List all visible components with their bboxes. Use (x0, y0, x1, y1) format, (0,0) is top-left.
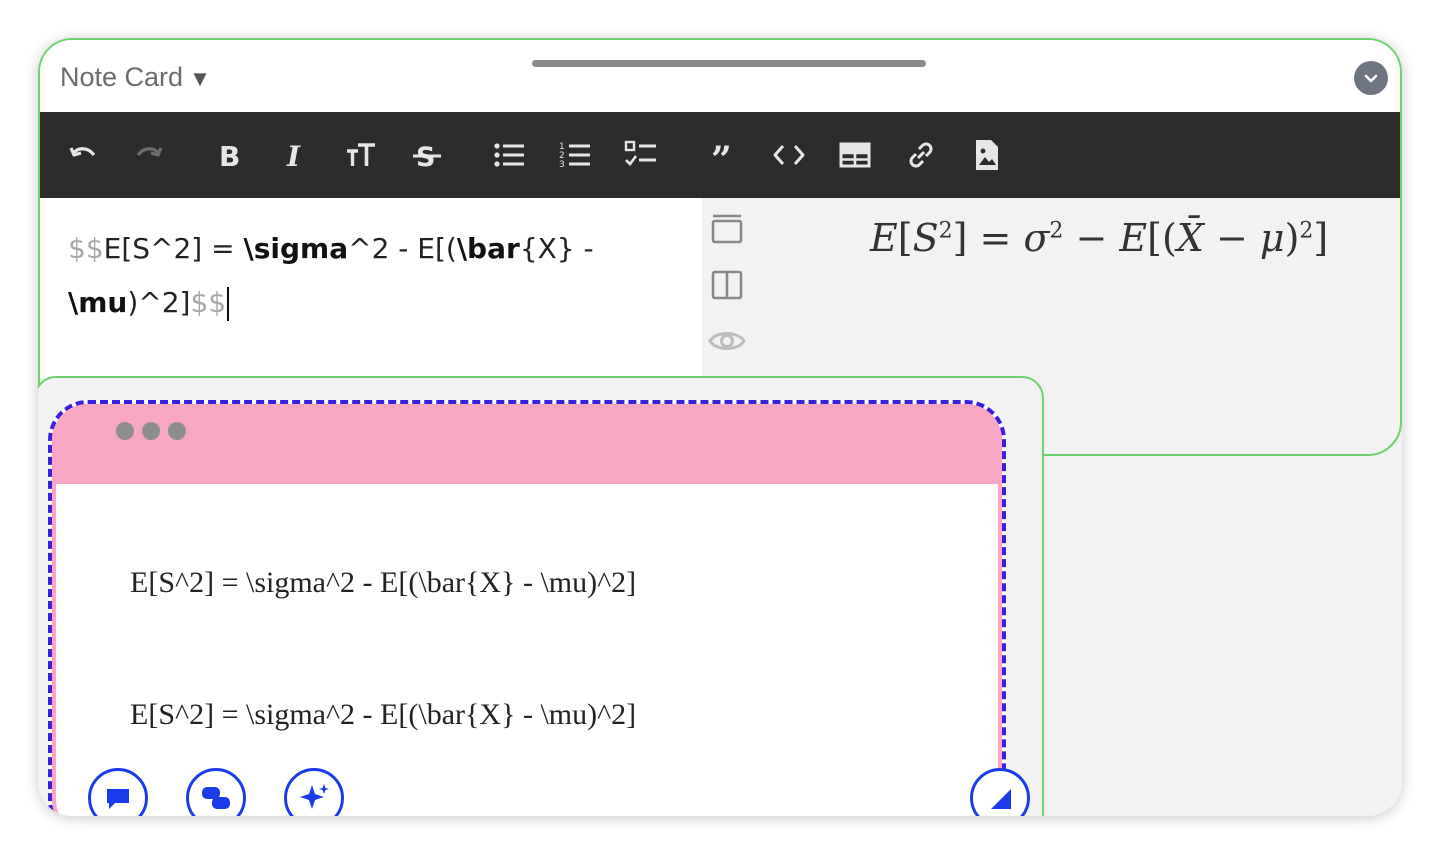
sparkle-icon (300, 784, 329, 809)
dot (142, 422, 160, 440)
math-preview: E[S2] = σ2 − E[(X̄ − μ)2] (870, 216, 1328, 260)
title-text: Note Card (60, 62, 184, 92)
dot (116, 422, 134, 440)
bold-button[interactable]: B (210, 137, 248, 173)
svg-text:3: 3 (559, 160, 565, 170)
eye-icon (708, 332, 746, 350)
checklist-button[interactable] (622, 137, 660, 173)
resize-corner-icon (991, 789, 1011, 809)
preview-symbol: X̄ (1176, 216, 1204, 260)
text-size-button[interactable] (342, 137, 380, 173)
text-cursor (227, 287, 230, 321)
editor-only-icon (711, 214, 743, 244)
editor-text-segment: ^2 - E[( (348, 232, 457, 265)
editor-command-mu: \mu (68, 286, 128, 319)
editor-only-mode-button[interactable] (708, 210, 746, 248)
collapse-button[interactable] (1354, 61, 1388, 95)
link-button[interactable] (902, 137, 940, 173)
svg-text:”: ” (711, 139, 732, 172)
note-card-title[interactable]: Note Card ▼ (60, 62, 211, 93)
table-button[interactable] (836, 137, 874, 173)
preview-mode-button[interactable] (708, 322, 746, 360)
code-button[interactable] (770, 137, 808, 173)
italic-icon: I (286, 140, 301, 172)
preview-symbol: S (912, 216, 939, 260)
floating-note-header[interactable] (52, 404, 1002, 484)
more-options-icon[interactable] (116, 422, 186, 440)
split-view-icon (711, 270, 743, 300)
floating-note-line-1: E[S^2] = \sigma^2 - E[(\bar{X} - \mu)^2] (130, 566, 637, 599)
redo-button[interactable] (130, 137, 168, 173)
app-window: Note Card▼ B I S (38, 38, 1402, 816)
code-icon (773, 145, 805, 165)
caret-down-icon[interactable]: ▼ (189, 66, 211, 91)
preview-symbol: ] (952, 216, 968, 260)
preview-exponent: 2 (938, 218, 953, 244)
conversation-icon (202, 787, 230, 809)
svg-text:I: I (286, 140, 301, 172)
preview-exponent: 2 (1049, 218, 1064, 244)
undo-icon (69, 147, 96, 157)
preview-symbol: [( (1147, 216, 1177, 260)
preview-symbol: E (1119, 216, 1148, 260)
quote-button[interactable]: ” (704, 137, 742, 173)
editor-text-segment: E[S^2] = (103, 232, 244, 265)
editor-content[interactable]: $$E[S^2] = \sigma^2 - E[(\bar{X} - \mu)^2… (68, 222, 668, 330)
checklist-icon (624, 140, 656, 166)
undo-button[interactable] (64, 137, 102, 173)
chevron-down-icon (1364, 74, 1378, 83)
preview-symbol: − (1203, 216, 1260, 260)
view-mode-switcher (704, 198, 754, 398)
preview-exponent: 2 (1299, 218, 1314, 244)
editor-toolbar: B I S 123 ” (40, 112, 1400, 198)
drag-handle[interactable] (532, 60, 926, 67)
floating-note-line-2: E[S^2] = \sigma^2 - E[(\bar{X} - \mu)^2] (130, 698, 637, 731)
preview-symbol: σ (1023, 216, 1050, 260)
split-mode-button[interactable] (708, 266, 746, 304)
preview-symbol: − (1063, 216, 1120, 260)
math-delimiter-close: $$ (190, 286, 227, 319)
bold-icon: B (219, 140, 240, 172)
editor-text-segment: {X} - (519, 232, 594, 265)
chat-bubble-icon (107, 789, 129, 809)
editor-command-sigma: \sigma (243, 232, 349, 265)
editor-text-segment: )^2] (127, 286, 191, 319)
editor-command-bar: \bar (456, 232, 520, 265)
image-button[interactable] (968, 137, 1006, 173)
preview-symbol: E (870, 216, 898, 260)
text-size-icon (347, 143, 375, 166)
math-delimiter-open: $$ (68, 232, 104, 265)
preview-symbol: ) (1284, 216, 1300, 260)
floating-note-window[interactable]: E[S^2] = \sigma^2 - E[(\bar{X} - \mu)^2]… (48, 400, 1006, 816)
numbered-list-button[interactable]: 123 (556, 137, 594, 173)
quote-icon: ” (711, 139, 732, 172)
italic-button[interactable]: I (276, 137, 314, 173)
svg-text:B: B (219, 140, 240, 172)
note-card-header: Note Card ▼ (40, 40, 1400, 112)
bullet-list-icon (494, 143, 524, 167)
preview-symbol: μ (1259, 216, 1285, 260)
bullet-list-button[interactable] (490, 137, 528, 173)
preview-symbol: ] (1313, 216, 1329, 260)
numbered-list-icon: 123 (559, 142, 590, 170)
redo-icon (136, 147, 163, 157)
preview-symbol: [ (897, 216, 913, 260)
link-icon (909, 142, 933, 168)
table-icon (839, 142, 871, 168)
dot (168, 422, 186, 440)
preview-symbol: = (967, 216, 1024, 260)
strikethrough-button[interactable]: S (408, 137, 446, 173)
strikethrough-icon: S (413, 142, 441, 172)
image-icon (976, 140, 998, 170)
